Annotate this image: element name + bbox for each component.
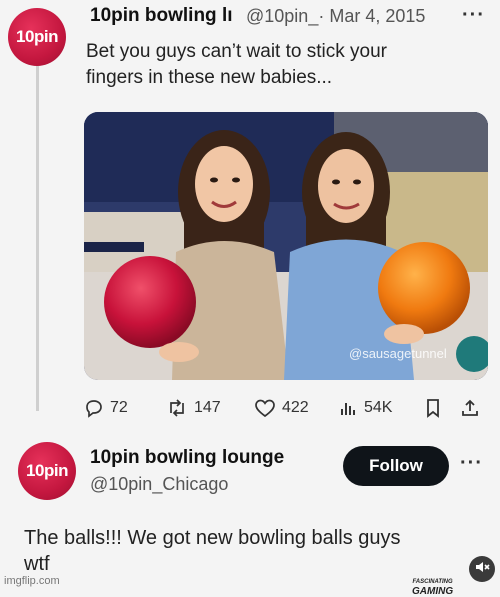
tweet-handle-date: @10pin_· Mar 4, 2015 — [246, 6, 426, 26]
tweet-text-line-1: Bet you guys can’t wait to stick your — [86, 41, 387, 62]
bookmark-button[interactable] — [424, 398, 442, 418]
reply-more-options-icon[interactable]: ··· — [460, 452, 483, 475]
retweet-count: 147 — [194, 399, 221, 416]
bookmark-icon — [424, 398, 442, 418]
share-button[interactable] — [460, 398, 480, 418]
like-action[interactable]: 422 — [254, 398, 309, 418]
like-count: 422 — [282, 399, 309, 416]
brand-logo: FASCINATING GAMING — [412, 578, 453, 597]
reply-avatar[interactable]: 10pin — [18, 442, 76, 500]
tweet-actions: 72 147 422 54K — [84, 398, 488, 422]
reply-text-line-1: The balls!!! We got new bowling balls gu… — [24, 527, 401, 549]
mute-icon — [474, 559, 490, 580]
avatar[interactable]: 10pin — [8, 8, 66, 66]
share-icon — [460, 398, 480, 418]
reply-display-name[interactable]: 10pin bowling lounge — [90, 447, 284, 469]
reply-handle: @10pin_Chicago — [90, 474, 229, 494]
like-icon — [254, 398, 276, 418]
views-count: 54K — [364, 399, 393, 416]
reply-action[interactable]: 72 — [84, 398, 128, 418]
reply-icon — [84, 398, 104, 418]
retweet-action[interactable]: 147 — [166, 398, 221, 418]
retweet-icon — [166, 398, 188, 418]
thread-line — [36, 66, 39, 411]
more-options-icon[interactable]: ··· — [462, 4, 485, 27]
mute-button[interactable] — [469, 556, 495, 582]
views-icon — [338, 398, 358, 418]
photo-watermark: @sausagetunnel — [349, 346, 447, 361]
tweet-photo[interactable]: @sausagetunnel — [84, 112, 488, 380]
follow-button[interactable]: Follow — [343, 446, 449, 486]
reply-count: 72 — [110, 399, 128, 416]
tweet-display-name[interactable]: 10pin bowling lı — [90, 5, 233, 27]
reply-text-line-2: wtf — [24, 553, 50, 575]
views-action[interactable]: 54K — [338, 398, 392, 418]
tweet-text-line-2: fingers in these new babies... — [86, 67, 333, 88]
imgflip-watermark: imgflip.com — [4, 575, 60, 587]
